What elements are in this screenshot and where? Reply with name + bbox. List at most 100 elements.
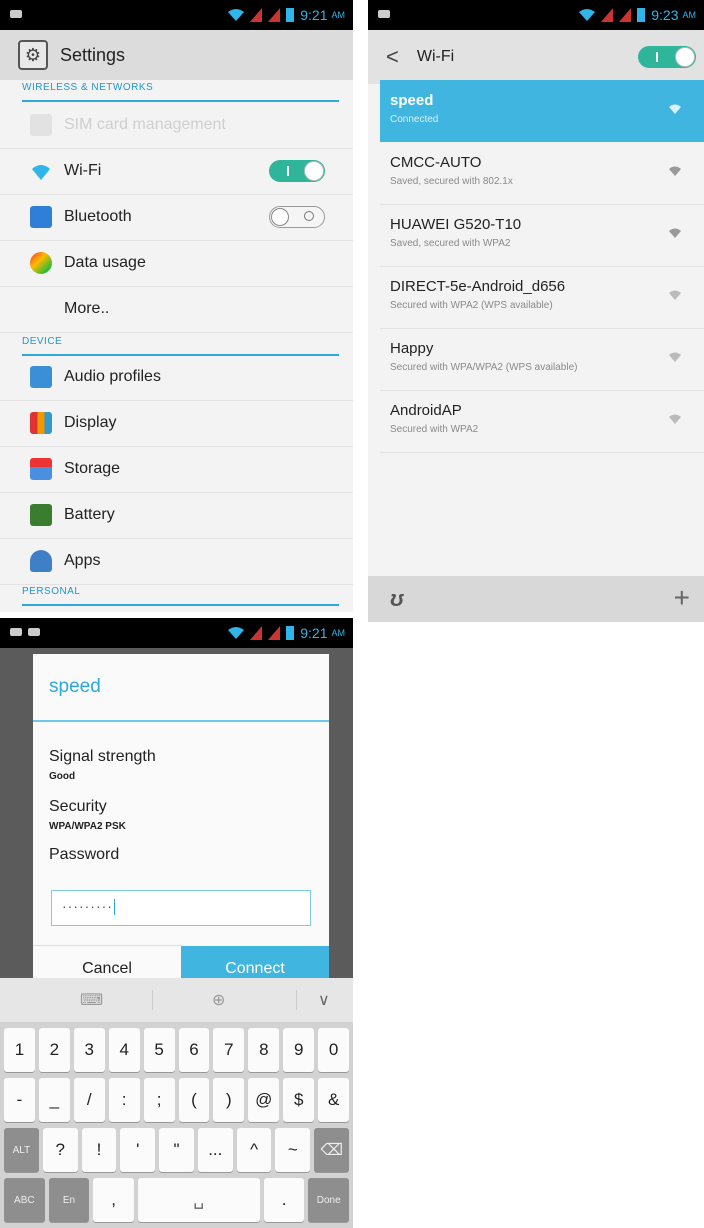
space-key[interactable]: ␣ — [137, 1178, 260, 1222]
key[interactable]: 3 — [73, 1028, 105, 1072]
battery-icon — [286, 8, 295, 22]
keyboard-toolbar: ⌨ ⊕ ∨ — [0, 978, 353, 1023]
settings-screen: 9:21 AM ⚙ Settings WIRELESS & NETWORKS S… — [0, 0, 353, 612]
settings-item-label: Apps — [64, 552, 101, 569]
key[interactable]: 6 — [178, 1028, 210, 1072]
key[interactable]: : — [108, 1078, 140, 1122]
key[interactable]: ? — [42, 1128, 78, 1172]
status-ampm: AM — [331, 10, 346, 20]
done-key[interactable]: Done — [308, 1178, 349, 1222]
settings-item-apps[interactable]: Apps — [0, 538, 353, 585]
status-bar: 9:23 AM — [368, 0, 704, 30]
key[interactable]: - — [4, 1078, 35, 1122]
key[interactable]: ... — [197, 1128, 233, 1172]
network-item[interactable]: HUAWEI G520-T10 Saved, secured with WPA2 — [380, 204, 704, 267]
network-status: Secured with WPA2 — [390, 424, 479, 435]
settings-item-data-usage[interactable]: Data usage — [0, 240, 353, 287]
battery-icon — [637, 8, 646, 22]
apps-icon — [30, 550, 52, 572]
settings-item-display[interactable]: Display — [0, 400, 353, 447]
settings-item-battery[interactable]: Battery — [0, 492, 353, 539]
section-header-wireless: WIRELESS & NETWORKS — [22, 82, 339, 102]
key[interactable]: ) — [213, 1078, 245, 1122]
key[interactable]: 8 — [248, 1028, 280, 1072]
language-key[interactable]: En — [48, 1178, 90, 1222]
signal-icon — [250, 8, 263, 22]
key[interactable]: . — [263, 1178, 305, 1222]
wifi-signal-icon — [669, 104, 681, 114]
network-name: speed — [390, 92, 434, 109]
key[interactable]: / — [73, 1078, 105, 1122]
emoji-icon[interactable]: ⌨ — [80, 990, 103, 1010]
back-chevron-icon[interactable]: < — [386, 44, 399, 70]
key[interactable]: 0 — [318, 1028, 350, 1072]
signal-icon — [601, 8, 614, 22]
key[interactable]: 9 — [283, 1028, 315, 1072]
alt-key[interactable]: ALT — [4, 1128, 39, 1172]
network-item[interactable]: AndroidAP Secured with WPA2 — [380, 390, 704, 453]
settings-item-storage[interactable]: Storage — [0, 446, 353, 493]
network-item[interactable]: DIRECT-5e-Android_d656 Secured with WPA2… — [380, 266, 704, 329]
key[interactable]: $ — [283, 1078, 315, 1122]
key[interactable]: ! — [81, 1128, 117, 1172]
keyboard-row-bottom: ABC En , ␣ . Done — [4, 1178, 349, 1222]
signal-strength-label: Signal strength — [49, 748, 156, 765]
key[interactable]: ~ — [275, 1128, 311, 1172]
settings-item-sim[interactable]: SIM card management — [0, 102, 353, 149]
key[interactable]: ; — [143, 1078, 175, 1122]
settings-item-bluetooth[interactable]: Bluetooth — [0, 194, 353, 241]
settings-item-audio[interactable]: Audio profiles — [0, 354, 353, 401]
key[interactable]: ( — [178, 1078, 210, 1122]
signal-icon — [250, 626, 263, 640]
key[interactable]: 4 — [108, 1028, 140, 1072]
key[interactable]: 1 — [4, 1028, 35, 1072]
network-item-speed[interactable]: speed Connected — [380, 80, 704, 142]
network-name: HUAWEI G520-T10 — [390, 216, 522, 233]
settings-item-wifi[interactable]: Wi-Fi — [0, 148, 353, 195]
battery-icon — [286, 626, 295, 640]
key[interactable]: 5 — [143, 1028, 175, 1072]
key[interactable]: & — [318, 1078, 350, 1122]
password-label: Password — [49, 846, 120, 863]
data-usage-icon — [30, 252, 52, 274]
status-ampm: AM — [331, 628, 346, 638]
network-name: DIRECT-5e-Android_d656 — [390, 278, 566, 295]
signal-icon-2 — [619, 8, 632, 22]
status-ampm: AM — [682, 10, 697, 20]
key[interactable]: 2 — [38, 1028, 70, 1072]
wifi-master-toggle[interactable] — [638, 46, 696, 68]
add-network-icon[interactable]: + — [674, 582, 690, 614]
wifi-signal-icon — [669, 352, 681, 362]
signal-icon-2 — [268, 8, 281, 22]
key[interactable]: ^ — [236, 1128, 272, 1172]
security-label: Security — [49, 798, 107, 815]
key[interactable]: 7 — [213, 1028, 245, 1072]
key[interactable]: " — [159, 1128, 194, 1172]
chevron-down-icon[interactable]: ∨ — [318, 990, 330, 1010]
wifi-signal-icon — [669, 228, 681, 238]
wifi-screen: 9:23 AM < Wi-Fi speed Connected CMCC-AUT… — [368, 0, 704, 622]
password-field[interactable]: ········· — [51, 890, 311, 926]
network-item[interactable]: CMCC-AUTO Saved, secured with 802.1x — [380, 142, 704, 205]
settings-item-label: Audio profiles — [64, 368, 161, 385]
backspace-key[interactable]: ⌫ — [314, 1128, 350, 1172]
abc-key[interactable]: ABC — [4, 1178, 45, 1222]
dialog-title-divider — [33, 720, 329, 722]
wifi-status-icon — [228, 627, 245, 639]
wifi-toggle[interactable] — [269, 160, 325, 182]
status-bar: 9:21 AM — [0, 0, 353, 30]
battery-settings-icon — [30, 504, 52, 526]
network-item[interactable]: Happy Secured with WPA/WPA2 (WPS availab… — [380, 328, 704, 391]
notification-icon-2 — [28, 628, 40, 636]
bluetooth-toggle[interactable] — [269, 206, 325, 228]
key[interactable]: @ — [248, 1078, 280, 1122]
wps-scan-icon[interactable]: ʊ — [390, 586, 404, 612]
globe-icon[interactable]: ⊕ — [212, 990, 225, 1010]
key[interactable]: ' — [120, 1128, 156, 1172]
key[interactable]: _ — [38, 1078, 70, 1122]
signal-strength-value: Good — [49, 771, 76, 782]
key[interactable]: , — [93, 1178, 134, 1222]
settings-gear-icon: ⚙ — [18, 40, 48, 70]
keyboard-row-numbers: 1 2 3 4 5 6 7 8 9 0 — [4, 1028, 350, 1072]
settings-item-more[interactable]: More.. — [0, 286, 353, 333]
